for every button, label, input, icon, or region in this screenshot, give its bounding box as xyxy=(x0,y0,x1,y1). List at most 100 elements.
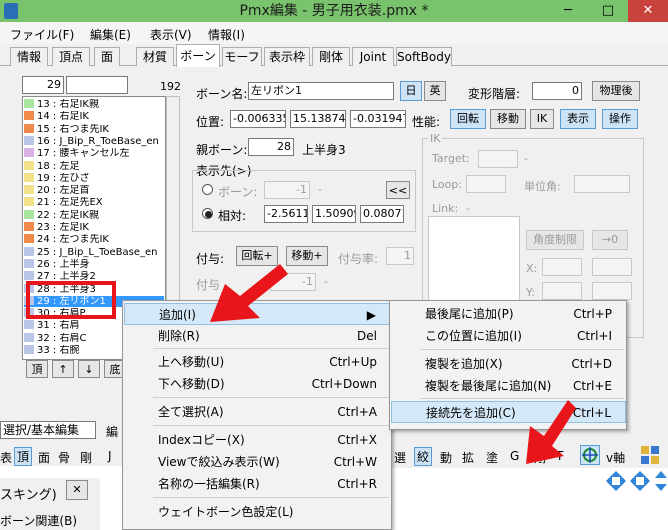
bone-list-item[interactable]: 14 : 右足IK xyxy=(24,111,164,122)
tab-face[interactable]: 面 xyxy=(94,47,120,66)
bone-related-menu[interactable]: ボーン関連(B) xyxy=(0,512,77,529)
tab-display-frame[interactable]: 表示枠 xyxy=(264,47,310,66)
context-menu-item[interactable]: 上へ移動(U) Ctrl+Up xyxy=(124,351,391,373)
grant-move-button[interactable]: 移動+ xyxy=(286,246,328,266)
context-menu-item[interactable]: ウェイトボーン色設定(L) xyxy=(124,501,391,523)
move-arrows-icon[interactable] xyxy=(604,470,652,492)
dest-bone-radio[interactable] xyxy=(202,184,213,195)
bone-name-input[interactable]: 左リボン1 xyxy=(248,82,394,100)
list-down-button[interactable]: ↓ xyxy=(78,360,100,378)
minimize-button[interactable]: ─ xyxy=(548,0,588,22)
en-name-button[interactable]: 英 xyxy=(424,81,446,101)
bone-list-label: 13 : 右足IK親 xyxy=(37,99,99,110)
rel-z-input[interactable]: 0.08071 xyxy=(360,205,404,223)
jp-name-button[interactable]: 日 xyxy=(400,81,422,101)
dest-bone-input: -1 xyxy=(264,181,310,199)
perf-rotate-button[interactable]: 回転 xyxy=(450,109,486,129)
context-menu-item[interactable]: Indexコピー(X) Ctrl+X xyxy=(124,429,391,451)
bone-color-swatch xyxy=(24,99,34,108)
position-y-input[interactable]: 15.13874 xyxy=(290,110,346,128)
submenu-item[interactable]: この位置に追加(I) Ctrl+I xyxy=(391,325,626,347)
ik-unit-label: 単位角: xyxy=(524,180,561,193)
tab-vertex[interactable]: 頂点 xyxy=(52,47,90,66)
tool-paint[interactable]: 塗 xyxy=(486,449,498,466)
bone-list-item[interactable]: 25 : J_Bip_L_ToeBase_en xyxy=(24,246,164,258)
context-menu-item[interactable]: 全て選択(A) Ctrl+A xyxy=(124,401,391,423)
search-input[interactable] xyxy=(66,76,128,94)
ik-title: IK xyxy=(428,132,443,145)
menu-file[interactable]: ファイル(F) xyxy=(10,26,74,43)
perf-visible-button[interactable]: 表示 xyxy=(560,109,596,129)
bone-list-item[interactable]: 20 : 左足首 xyxy=(24,185,164,196)
bone-list-item[interactable]: 17 : 腰キャンセル左 xyxy=(24,148,164,159)
index-input[interactable]: 29 xyxy=(22,76,64,94)
bone-list-item[interactable]: 16 : J_Bip_R_ToeBase_en xyxy=(24,135,164,147)
list-top-button[interactable]: 頂 xyxy=(26,360,48,378)
context-menu-item[interactable]: 名称の一括編集(R) Ctrl+R xyxy=(124,473,391,495)
perf-operate-button[interactable]: 操作 xyxy=(602,109,638,129)
submenu-item[interactable]: 接続先を追加(C) Ctrl+L xyxy=(391,401,626,423)
tool-face[interactable]: 面 xyxy=(38,449,50,466)
tool-joint[interactable]: J xyxy=(108,449,112,463)
menu-view[interactable]: 表示(V) xyxy=(150,26,192,43)
dest-relative-radio[interactable] xyxy=(202,208,213,219)
context-menu-item[interactable]: Viewで絞込み表示(W) Ctrl+W xyxy=(124,451,391,473)
tab-info[interactable]: 情報 xyxy=(10,47,48,66)
mode-select[interactable]: 選択/基本編集 xyxy=(0,421,96,439)
skinning-close-button[interactable]: ✕ xyxy=(66,480,88,500)
perf-move-button[interactable]: 移動 xyxy=(490,109,526,129)
bone-list-item[interactable]: 24 : 左つま先IK xyxy=(24,234,164,245)
grid-icon[interactable] xyxy=(640,445,660,465)
tab-rigid-body[interactable]: 剛体 xyxy=(312,47,350,66)
list-up-button[interactable]: ↑ xyxy=(52,360,74,378)
bone-list-item[interactable]: 26 : 上半身 xyxy=(24,258,164,270)
tool-select[interactable]: 選 xyxy=(394,449,406,466)
tool-scale[interactable]: 拡 xyxy=(462,449,474,466)
bone-list-item[interactable]: 19 : 左ひざ xyxy=(24,172,164,184)
scale-arrows-icon[interactable] xyxy=(654,470,668,492)
menu-edit[interactable]: 編集(E) xyxy=(90,26,131,43)
bone-color-swatch xyxy=(24,246,34,256)
tab-joint[interactable]: Joint xyxy=(352,47,394,66)
tool-rigid[interactable]: 剛 xyxy=(80,449,92,466)
bone-color-swatch xyxy=(24,111,34,121)
bone-list-item[interactable]: 18 : 左足 xyxy=(24,160,164,172)
tool-display[interactable]: 表 xyxy=(0,449,12,466)
bone-list-item[interactable]: 15 : 右つま先IK xyxy=(24,123,164,135)
grant-parent-dash: - xyxy=(324,275,328,288)
tool-move[interactable]: 動 xyxy=(440,449,452,466)
tab-material[interactable]: 材質 xyxy=(136,47,174,66)
menu-item-label: 名称の一括編集(R) xyxy=(158,477,260,491)
bone-list-item[interactable]: 13 : 右足IK親 xyxy=(24,99,164,110)
bone-list-item[interactable]: 21 : 左足先EX xyxy=(24,197,164,208)
position-x-input[interactable]: -0.006335 xyxy=(230,110,286,128)
menu-info[interactable]: 情報(I) xyxy=(208,26,245,43)
bone-list-item[interactable]: 23 : 左足IK xyxy=(24,222,164,233)
position-z-input[interactable]: -0.031947 xyxy=(350,110,406,128)
parent-bone-input[interactable]: 28 xyxy=(248,138,294,156)
rel-y-input[interactable]: 1.50909 xyxy=(312,205,356,223)
context-menu-item[interactable]: 下へ移動(D) Ctrl+Down xyxy=(124,373,391,395)
tab-morph[interactable]: モーフ xyxy=(222,47,262,66)
maximize-button[interactable]: □ xyxy=(588,0,628,22)
dest-pick-button[interactable]: << xyxy=(386,181,410,199)
physics-after-button[interactable]: 物理後 xyxy=(592,81,640,101)
target-icon[interactable] xyxy=(580,445,600,465)
bone-color-swatch xyxy=(24,234,34,244)
submenu-item[interactable]: 最後尾に追加(P) Ctrl+P xyxy=(391,303,626,325)
close-button[interactable]: ✕ xyxy=(628,0,668,22)
tool-v-axis[interactable]: v軸 xyxy=(606,449,625,466)
layer-input[interactable]: 0 xyxy=(532,82,582,100)
mode-select-2[interactable]: 編 xyxy=(106,423,118,440)
tool-filter[interactable]: 絞 xyxy=(414,447,433,466)
bone-list-item[interactable]: 22 : 左足IK親 xyxy=(24,209,164,221)
submenu-item[interactable]: 複製を追加(X) Ctrl+D xyxy=(391,353,626,375)
tool-bone[interactable]: 骨 xyxy=(58,449,70,466)
dest-relative-label: 相対: xyxy=(218,209,247,223)
tool-vertex[interactable]: 頂 xyxy=(14,447,33,466)
tab-softbody[interactable]: SoftBody xyxy=(396,47,452,66)
perf-ik-button[interactable]: IK xyxy=(530,109,554,129)
rel-x-input[interactable]: -2.5611 xyxy=(264,205,308,223)
submenu-item[interactable]: 複製を最後尾に追加(N) Ctrl+E xyxy=(391,375,626,397)
tab-bone[interactable]: ボーン xyxy=(176,44,220,67)
